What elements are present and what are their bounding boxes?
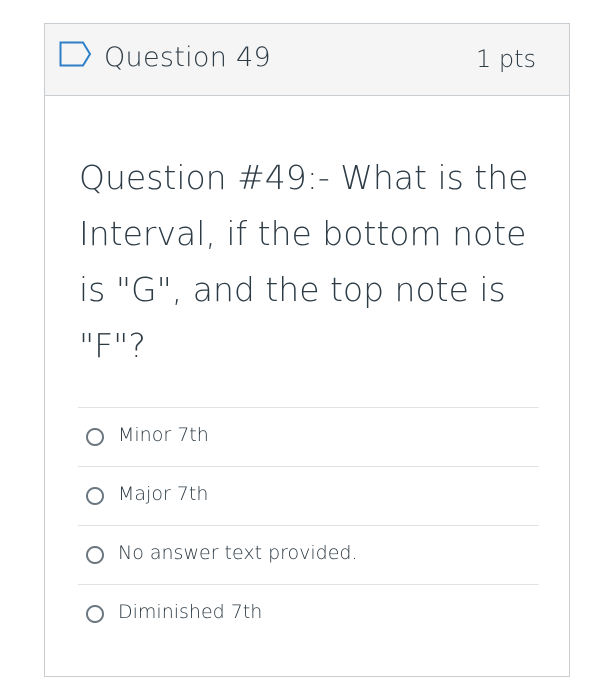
question-points: 1 pts	[475, 45, 536, 73]
radio-button[interactable]	[86, 605, 104, 623]
question-title: Question 49	[104, 42, 272, 73]
answer-option[interactable]: No answer text provided.	[78, 525, 539, 584]
answer-option[interactable]: Minor 7th	[78, 407, 539, 466]
radio-button[interactable]	[86, 428, 104, 446]
question-card: Question 49 1 pts Question #49:- What is…	[44, 23, 570, 677]
answer-label[interactable]: Minor 7th	[118, 424, 209, 446]
answer-label[interactable]: Diminished 7th	[118, 601, 262, 623]
answer-label[interactable]: Major 7th	[118, 483, 208, 505]
answer-list: Minor 7th Major 7th No answer text provi…	[78, 407, 539, 643]
answer-option[interactable]: Major 7th	[78, 466, 539, 525]
question-header: Question 49 1 pts	[45, 24, 569, 96]
answer-label[interactable]: No answer text provided.	[118, 542, 358, 564]
radio-button[interactable]	[86, 487, 104, 505]
flag-icon[interactable]	[59, 41, 93, 67]
question-text: Question #49:- What is the Interval, if …	[79, 158, 529, 365]
radio-button[interactable]	[86, 546, 104, 564]
answer-option[interactable]: Diminished 7th	[78, 584, 539, 643]
